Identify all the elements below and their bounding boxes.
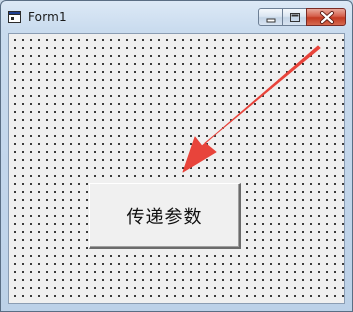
window-title: Form1 bbox=[28, 10, 67, 24]
red-arrow-annotation bbox=[182, 45, 321, 173]
form-icon bbox=[8, 11, 21, 23]
close-button[interactable] bbox=[306, 8, 346, 26]
caption-buttons bbox=[258, 8, 346, 26]
minimize-button[interactable] bbox=[258, 8, 283, 26]
close-icon bbox=[320, 11, 334, 24]
form1-window: Form1 传递参数 bbox=[0, 0, 353, 312]
form-client-area: 传递参数 bbox=[8, 33, 345, 304]
maximize-button[interactable] bbox=[282, 8, 307, 26]
pass-parameters-button[interactable]: 传递参数 bbox=[89, 183, 241, 249]
maximize-icon bbox=[290, 13, 300, 22]
title-bar[interactable]: Form1 bbox=[1, 1, 352, 33]
minimize-icon bbox=[266, 18, 276, 23]
